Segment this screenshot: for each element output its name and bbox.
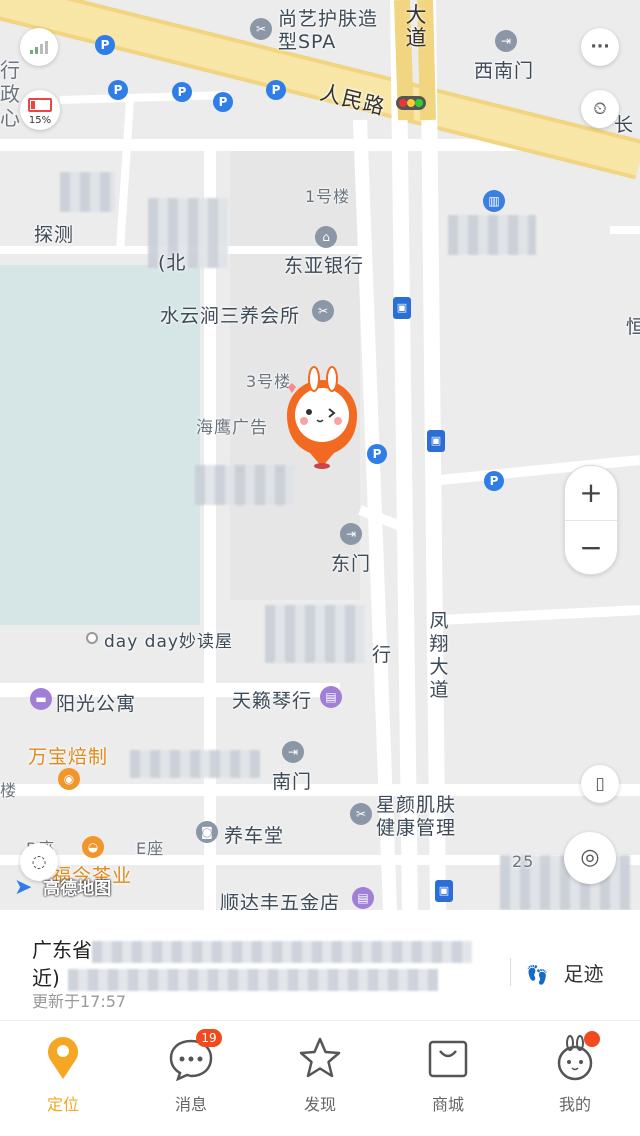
- parking-icon[interactable]: P: [172, 82, 192, 102]
- notification-dot: [584, 1031, 600, 1047]
- poi-label-xingyan[interactable]: 星颜肌肤健康管理: [376, 794, 466, 840]
- footprint-label: 足迹: [563, 962, 604, 986]
- traffic-light-icon: [396, 96, 426, 110]
- parking-icon[interactable]: P: [367, 444, 387, 464]
- parking-icon[interactable]: P: [484, 471, 504, 491]
- tab-location[interactable]: 定位: [18, 1035, 108, 1115]
- poi-label-haiying[interactable]: 海鹰广告: [196, 413, 268, 438]
- poi-label-south-gate[interactable]: 南门: [272, 767, 312, 794]
- bus-stop-icon[interactable]: ▣: [435, 880, 453, 902]
- poi-label-dayday[interactable]: day day妙读屋: [104, 627, 233, 652]
- locate-me-button[interactable]: ◎: [564, 832, 616, 884]
- shop-icon[interactable]: ▤: [352, 887, 374, 909]
- address-start: 广东省: [32, 938, 92, 962]
- scissors-icon[interactable]: ✂: [250, 18, 272, 40]
- poi-label-wanbao[interactable]: 万宝焙制: [28, 742, 108, 769]
- scissors-icon[interactable]: ✂: [350, 803, 372, 825]
- location-pin-icon: [48, 1037, 78, 1079]
- tab-discover[interactable]: 发现: [275, 1035, 365, 1115]
- bus-stop-icon[interactable]: ▣: [393, 297, 411, 319]
- poi-label-tianlai[interactable]: 天籁琴行: [232, 686, 312, 713]
- footprint-icon: 👣: [526, 965, 549, 986]
- battery-icon: [28, 98, 52, 112]
- parking-icon[interactable]: P: [108, 80, 128, 100]
- poi-label-lou: 楼: [0, 781, 18, 800]
- poi-label-shunda[interactable]: 顺达丰五金店: [220, 888, 340, 910]
- bus-stop-icon[interactable]: ▣: [427, 430, 445, 452]
- poi-label-building-1: 1号楼: [305, 187, 351, 206]
- message-badge: 19: [196, 1029, 222, 1047]
- battery-indicator[interactable]: 15%: [20, 90, 60, 130]
- bottom-tab-bar: 定位 19 消息 发现 商城 我的: [0, 1020, 640, 1136]
- poi-label-east-gate[interactable]: 东门: [331, 549, 371, 576]
- tab-label: 商城: [431, 1095, 464, 1114]
- updated-time: 更新于17:57: [32, 992, 127, 1011]
- poi-label-e-zuo: E座: [136, 839, 165, 858]
- parking-icon[interactable]: P: [266, 80, 286, 100]
- poi-label-spa[interactable]: 尚艺护肤造型SPA: [278, 8, 390, 54]
- poi-label-yangguang[interactable]: 阳光公寓: [56, 689, 136, 716]
- scissors-icon[interactable]: ✂: [312, 300, 334, 322]
- star-icon: [299, 1037, 341, 1078]
- poi-label-heng: 恒: [626, 316, 640, 338]
- parking-icon[interactable]: P: [95, 35, 115, 55]
- tab-messages[interactable]: 19 消息: [146, 1029, 236, 1115]
- apartment-icon[interactable]: ▬: [30, 688, 52, 710]
- divider: [510, 958, 511, 986]
- map-view[interactable]: 人民路 大道 凤翔大道 P P P P P P P ▣ ▣ ▣ ✂ ⇥ ▥ ⌂ …: [0, 0, 640, 910]
- gaode-logo-icon: ➤: [14, 874, 33, 900]
- poi-label-tancece: 探测: [34, 224, 75, 246]
- tab-me[interactable]: 我的: [530, 1031, 620, 1115]
- poi-label-bei: (北: [158, 252, 187, 274]
- poi-label-25: 25: [512, 852, 535, 871]
- parking-icon[interactable]: P: [213, 92, 233, 112]
- poi-label-hang: 行: [372, 644, 393, 666]
- footprint-button[interactable]: 👣 足迹: [526, 958, 604, 987]
- zoom-control: + −: [564, 465, 618, 575]
- tab-label: 我的: [558, 1095, 591, 1114]
- user-location-marker[interactable]: [282, 365, 362, 470]
- location-info-panel[interactable]: 广东省 近) 更新于17:57 👣 足迹: [0, 910, 640, 1020]
- phone-locate-icon[interactable]: ▯: [581, 765, 619, 803]
- zoom-in-button[interactable]: +: [565, 466, 617, 521]
- tab-mall[interactable]: 商城: [403, 1035, 493, 1115]
- gate-icon[interactable]: ⇥: [282, 741, 304, 763]
- battery-percent: 15%: [28, 115, 52, 126]
- signal-strength-icon[interactable]: [20, 28, 58, 66]
- poi-label-dongya-bank[interactable]: 东亚银行: [284, 251, 364, 278]
- poi-label-yangche[interactable]: 养车堂: [224, 821, 284, 848]
- bunny-avatar-icon: [287, 366, 357, 469]
- zoom-out-button[interactable]: −: [565, 521, 617, 574]
- tea-icon[interactable]: ◒: [82, 836, 104, 858]
- building-icon[interactable]: ▥: [483, 190, 505, 212]
- tab-label: 消息: [174, 1095, 207, 1114]
- tab-label: 定位: [46, 1095, 79, 1114]
- gaode-logo-text: 高德地图: [43, 879, 112, 899]
- poi-label-shuiyunjian[interactable]: 水云涧三养会所: [160, 301, 300, 328]
- tab-label: 发现: [303, 1095, 336, 1114]
- bakery-icon[interactable]: ◉: [58, 768, 80, 790]
- address-text: 广东省 近): [32, 936, 492, 992]
- car-icon[interactable]: ◙: [196, 821, 218, 843]
- poi-label-west-gate[interactable]: 西南门: [474, 56, 534, 83]
- shopping-bag-icon: [428, 1040, 468, 1078]
- gate-icon[interactable]: ⇥: [495, 30, 517, 52]
- shop-icon[interactable]: ▤: [320, 686, 342, 708]
- road-label-dadao-top: 大道: [405, 3, 427, 50]
- more-button[interactable]: ···: [581, 28, 619, 66]
- gate-icon[interactable]: ⇥: [340, 523, 362, 545]
- alarm-clock-icon[interactable]: ⏲: [581, 90, 619, 128]
- bank-icon[interactable]: ⌂: [315, 226, 337, 248]
- dot-marker: [86, 632, 98, 644]
- road-label-fengxiang: 凤翔大道: [429, 610, 449, 701]
- gaode-logo: ➤ 高德地图: [14, 874, 111, 904]
- address-end: 近): [32, 966, 60, 990]
